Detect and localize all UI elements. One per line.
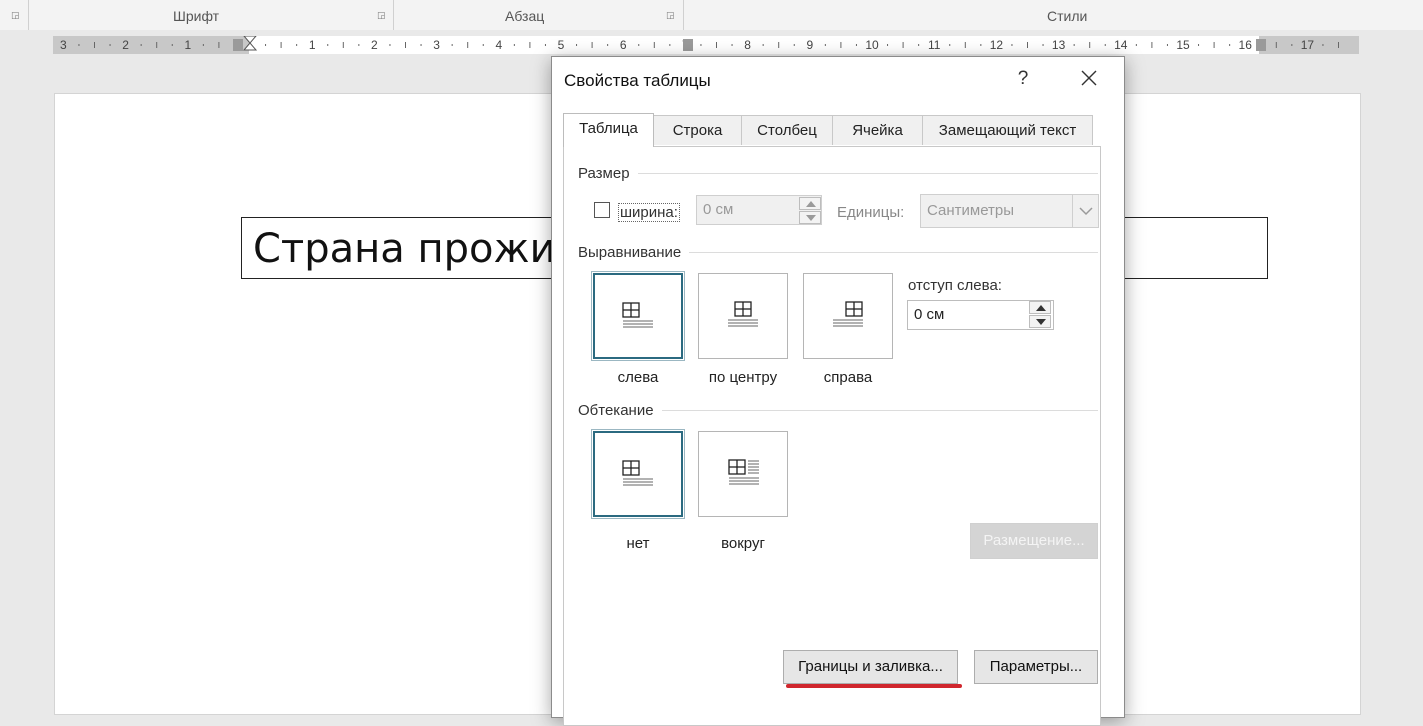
tab-alt-text-label: Замещающий текст [938, 122, 1077, 139]
units-label: Единицы: [837, 204, 905, 221]
close-button[interactable] [1079, 68, 1099, 88]
indent-spin-down[interactable] [1029, 315, 1051, 328]
units-dropdown-value: Сантиметры [927, 202, 1015, 219]
section-divider [578, 173, 1098, 174]
dialog-tabs: Таблица Строка Столбец Ячейка Замещающий… [563, 113, 1101, 147]
ruler-number: 2 [122, 38, 129, 52]
ribbon-separator [28, 0, 29, 30]
width-spinner[interactable] [799, 197, 821, 225]
align-center-label: по центру [708, 369, 778, 386]
wrap-around-option[interactable] [698, 431, 788, 517]
align-right-label: справа [823, 369, 873, 386]
tab-alt-text[interactable]: Замещающий текст [922, 115, 1093, 145]
ribbon-group-labels: ◲ Шрифт ◲ Абзац ◲ Стили [0, 0, 1423, 31]
table-align-right-icon [833, 301, 863, 327]
spin-up-icon [806, 201, 816, 207]
indent-left-label: отступ слева: [908, 277, 1002, 294]
placement-button[interactable]: Размещение... [970, 523, 1098, 559]
width-spin-up[interactable] [799, 197, 821, 210]
align-right-option[interactable] [803, 273, 893, 359]
tab-table-body: Размер ширина: 0 см Единицы: Сантиметры … [563, 146, 1101, 726]
tab-column-label: Столбец [757, 122, 817, 139]
ruler-number: 8 [744, 38, 751, 52]
column-marker-icon[interactable] [1256, 39, 1266, 51]
borders-and-shading-button[interactable]: Границы и заливка... [783, 650, 958, 684]
wrap-none-option[interactable] [591, 429, 685, 519]
ruler-number: 10 [865, 38, 879, 52]
ruler-number: 17 [1301, 38, 1315, 52]
indent-spin-up[interactable] [1029, 301, 1051, 314]
options-button[interactable]: Параметры... [974, 650, 1098, 684]
ribbon-separator [393, 0, 394, 30]
document-cell-text: Страна прожив [253, 226, 580, 272]
tab-row[interactable]: Строка [653, 115, 742, 145]
ruler-number: 3 [60, 38, 67, 52]
horizontal-ruler[interactable]: 3211234567891011121314151617 [53, 36, 1359, 54]
wrapping-section-label: Обтекание [578, 402, 662, 419]
wrap-around-icon [728, 459, 759, 485]
tab-table-label: Таблица [579, 120, 638, 137]
ribbon-group-styles: Стили [1047, 8, 1088, 24]
wrap-none-label: нет [626, 535, 650, 552]
align-left-label: слева [617, 369, 659, 386]
tab-row-label: Строка [672, 122, 723, 139]
annotation-red-underline [786, 684, 962, 688]
font-dialog-launcher-icon[interactable]: ◲ [377, 11, 386, 20]
ruler-number: 5 [558, 38, 565, 52]
ruler-number: 11 [928, 38, 941, 52]
chevron-down-icon [1079, 207, 1093, 216]
ruler-number: 16 [1239, 38, 1253, 52]
wrap-none-icon [622, 460, 653, 486]
spin-down-icon [1036, 319, 1046, 325]
ribbon-group-paragraph: Абзац [505, 8, 545, 24]
ruler-number: 15 [1176, 38, 1190, 52]
units-dropdown-arrow[interactable] [1072, 195, 1098, 227]
tab-cell-label: Ячейка [852, 122, 903, 139]
paragraph-dialog-launcher-icon[interactable]: ◲ [666, 11, 675, 20]
tab-table[interactable]: Таблица [563, 113, 654, 147]
wrap-around-label: вокруг [721, 535, 765, 552]
close-icon [1081, 70, 1097, 86]
dialog-launcher-icon[interactable]: ◲ [11, 11, 20, 20]
ruler-ticks: 3211234567891011121314151617 [60, 36, 1339, 52]
ruler-number: 12 [990, 38, 1004, 52]
width-spin-down[interactable] [799, 211, 821, 224]
table-align-left-icon [622, 302, 653, 328]
alignment-section-label: Выравнивание [578, 244, 690, 261]
units-dropdown[interactable]: Сантиметры [920, 194, 1099, 228]
spin-up-icon [1036, 305, 1046, 311]
ruler-number: 9 [806, 38, 813, 52]
ribbon-group-font: Шрифт [173, 8, 220, 24]
table-align-center-icon [728, 301, 758, 327]
ruler-number: 14 [1114, 38, 1128, 52]
align-left-option[interactable] [591, 271, 685, 361]
dialog-title: Свойства таблицы [564, 71, 711, 90]
indent-marker-icon[interactable] [242, 36, 258, 51]
column-marker-icon[interactable] [683, 39, 693, 51]
ruler-number: 1 [309, 38, 316, 52]
ruler-number: 4 [495, 38, 502, 52]
ruler-number: 13 [1052, 38, 1066, 52]
table-properties-dialog: Свойства таблицы ? Таблица Строка Столбе… [551, 56, 1125, 726]
width-checkbox[interactable] [594, 202, 610, 218]
ribbon-separator [683, 0, 684, 30]
ruler-number: 6 [620, 38, 627, 52]
ruler-number: 3 [433, 38, 440, 52]
column-marker-icon[interactable] [233, 39, 243, 51]
indent-spinner[interactable] [1029, 301, 1051, 329]
tab-cell[interactable]: Ячейка [832, 115, 923, 145]
ruler-number: 1 [184, 38, 191, 52]
tab-column[interactable]: Столбец [741, 115, 833, 145]
width-label: ширина: [618, 203, 680, 222]
help-button[interactable]: ? [1013, 68, 1033, 90]
spin-down-icon [806, 215, 816, 221]
ruler-number: 2 [371, 38, 378, 52]
size-section-label: Размер [578, 165, 638, 182]
align-center-option[interactable] [698, 273, 788, 359]
